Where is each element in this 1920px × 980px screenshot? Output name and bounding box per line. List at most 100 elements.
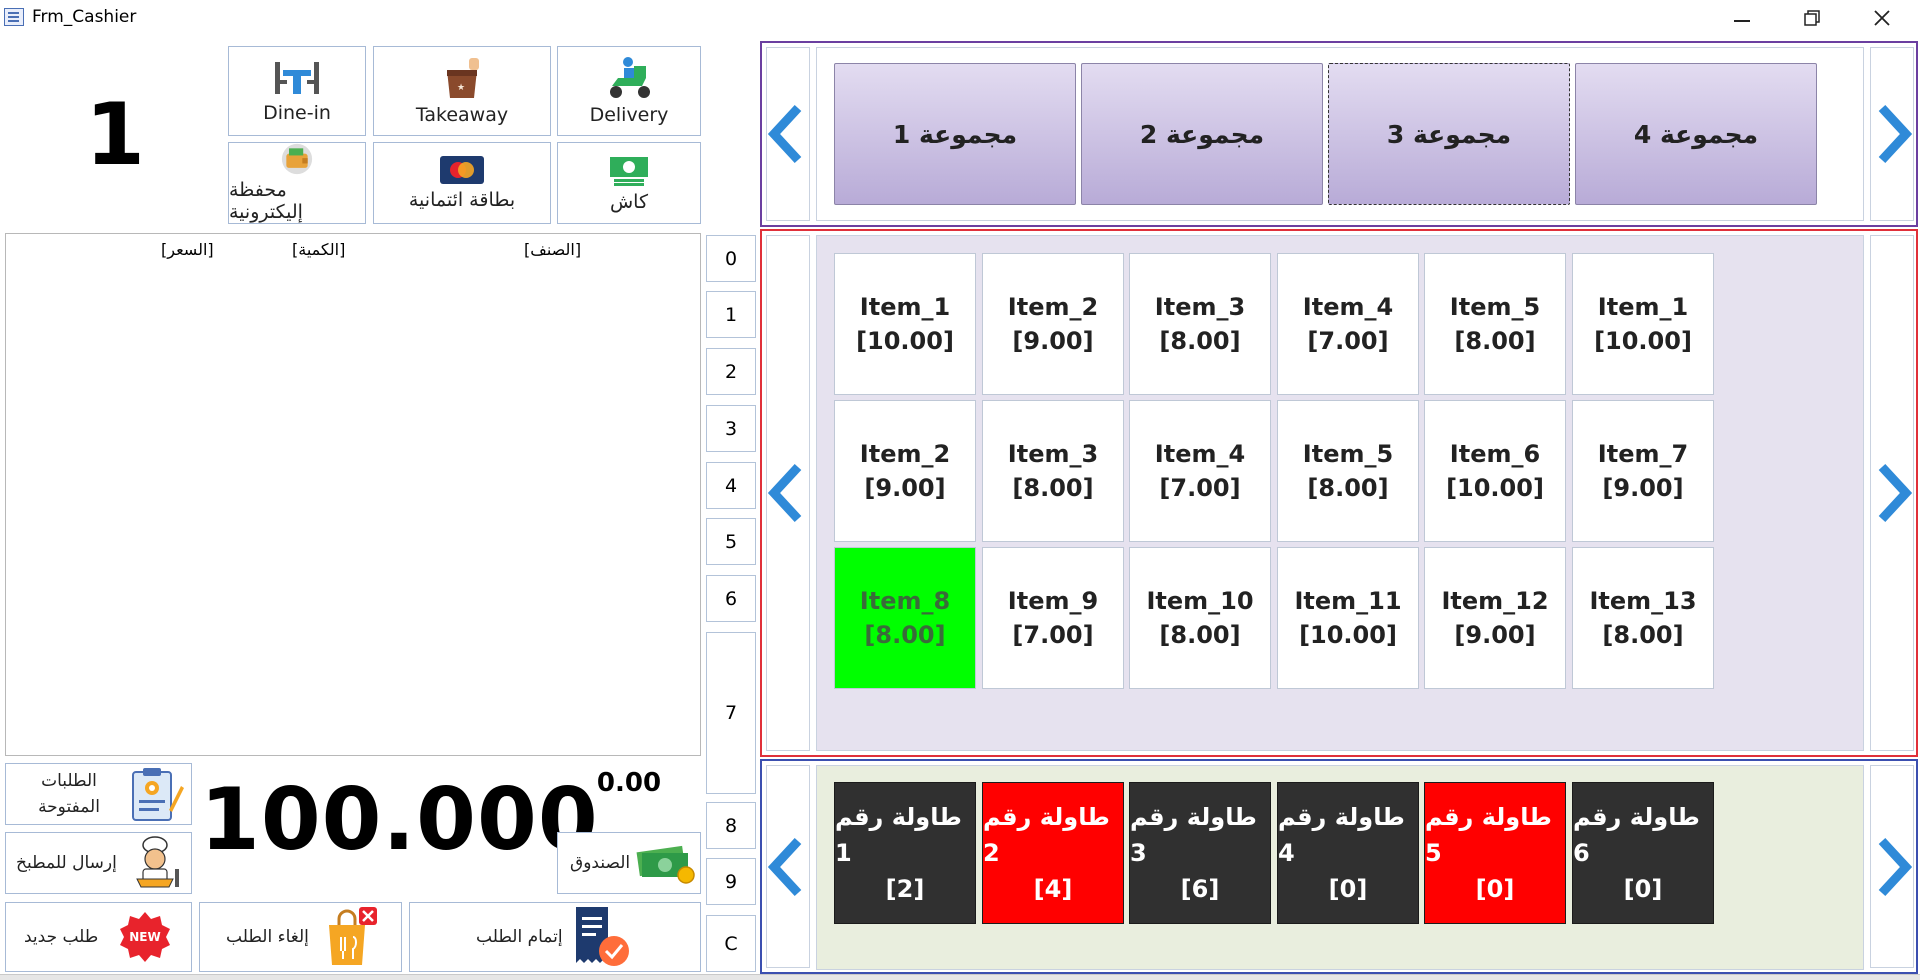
key-0[interactable]: 0 (706, 235, 756, 282)
send-to-kitchen-button[interactable]: إرسال للمطبخ (5, 832, 192, 894)
table-name: طاولة رقم 6 (1573, 803, 1700, 867)
item-button[interactable]: Item_12 [9.00] (1424, 547, 1566, 689)
key-3[interactable]: 3 (706, 405, 756, 452)
item-price: [7.00] (1012, 621, 1094, 649)
item-name: Item_13 (1589, 587, 1697, 615)
item-price: [9.00] (1012, 327, 1094, 355)
item-button[interactable]: Item_13 [8.00] (1572, 547, 1714, 689)
groups-next-button[interactable] (1870, 47, 1914, 221)
table-button-occupied[interactable]: طاولة رقم 5 [0] (1424, 782, 1566, 924)
takeaway-bag-icon: ★ (447, 58, 479, 98)
items-grid: Item_1 [10.00] Item_2 [9.00] Item_3 [8.00] … (816, 235, 1864, 751)
svg-text:★: ★ (457, 83, 465, 93)
column-item-header: [الصنف] (524, 240, 582, 259)
table-button[interactable]: طاولة رقم 1 [2] (834, 782, 976, 924)
items-prev-button[interactable] (766, 235, 810, 751)
delivery-button[interactable]: Delivery (557, 46, 701, 136)
takeaway-button[interactable]: ★ Takeaway (373, 46, 551, 136)
item-button[interactable]: Item_2 [9.00] (834, 400, 976, 542)
table-button[interactable]: طاولة رقم 6 [0] (1572, 782, 1714, 924)
item-button[interactable]: Item_6 [10.00] (1424, 400, 1566, 542)
item-button[interactable]: Item_3 [8.00] (1129, 253, 1271, 395)
key-5[interactable]: 5 (706, 518, 756, 565)
item-button[interactable]: Item_5 [8.00] (1424, 253, 1566, 395)
key-clear[interactable]: C (706, 915, 756, 972)
send-kitchen-label: إرسال للمطبخ (16, 853, 117, 873)
item-price: [9.00] (1602, 474, 1684, 502)
table-button-occupied[interactable]: طاولة رقم 2 [4] (982, 782, 1124, 924)
groups-panel: مجموعة 1 مجموعة 2 مجموعة 3 مجموعة 4 (760, 41, 1918, 227)
tables-next-button[interactable] (1870, 765, 1914, 968)
e-wallet-button[interactable]: محفظة إليكترونية (228, 142, 366, 224)
item-name: Item_3 (1154, 293, 1246, 321)
item-button[interactable]: Item_3 [8.00] (982, 400, 1124, 542)
cash-box-button[interactable]: الصندوق (557, 832, 701, 894)
table-name: طاولة رقم 3 (1130, 803, 1257, 867)
tables-prev-button[interactable] (766, 765, 810, 968)
key-8[interactable]: 8 (706, 802, 756, 849)
table-guest-count: [0] (1623, 875, 1663, 903)
item-price: [7.00] (1307, 327, 1389, 355)
item-name: Item_7 (1597, 440, 1689, 468)
table-name: طاولة رقم 4 (1278, 803, 1405, 867)
open-orders-button[interactable]: الطلبات المفتوحة (5, 763, 192, 825)
item-button[interactable]: Item_9 [7.00] (982, 547, 1124, 689)
delivery-scooter-icon (610, 57, 650, 98)
table-button[interactable]: طاولة رقم 3 [6] (1129, 782, 1271, 924)
table-button[interactable]: طاولة رقم 4 [0] (1277, 782, 1419, 924)
restore-button[interactable] (1790, 4, 1834, 32)
new-order-button[interactable]: طلب جديد NEW (5, 902, 192, 972)
item-button[interactable]: Item_4 [7.00] (1129, 400, 1271, 542)
cancel-bag-icon (329, 907, 377, 965)
close-icon (1874, 10, 1890, 26)
item-price: [8.00] (1307, 474, 1389, 502)
item-name: Item_4 (1154, 440, 1246, 468)
group-button-4[interactable]: مجموعة 4 (1575, 63, 1817, 205)
credit-card-button[interactable]: بطاقة ائتمانية (373, 142, 551, 224)
item-name: Item_5 (1449, 293, 1541, 321)
item-price: [9.00] (1454, 621, 1536, 649)
items-next-button[interactable] (1870, 235, 1914, 751)
key-9[interactable]: 9 (706, 858, 756, 905)
key-2[interactable]: 2 (706, 348, 756, 395)
dine-in-button[interactable]: Dine-in (228, 46, 366, 136)
item-name: Item_4 (1302, 293, 1394, 321)
chevron-left-icon (768, 463, 802, 523)
complete-order-button[interactable]: إتمام الطلب (409, 902, 701, 972)
item-button[interactable]: Item_10 [8.00] (1129, 547, 1271, 689)
item-button[interactable]: Item_11 [10.00] (1277, 547, 1419, 689)
groups-prev-button[interactable] (766, 47, 810, 221)
item-button[interactable]: Item_1 [10.00] (834, 253, 976, 395)
cash-button[interactable]: كاش (557, 142, 701, 224)
item-button[interactable]: Item_7 [9.00] (1572, 400, 1714, 542)
item-name: Item_9 (1007, 587, 1099, 615)
close-button[interactable] (1860, 4, 1904, 32)
item-button[interactable]: Item_4 [7.00] (1277, 253, 1419, 395)
cancel-order-button[interactable]: إلغاء الطلب (199, 902, 402, 972)
table-name: طاولة رقم 5 (1425, 803, 1552, 867)
new-badge-icon: NEW (119, 911, 171, 963)
title-bar: Frm_Cashier (0, 0, 1920, 36)
cash-label: كاش (609, 191, 649, 213)
minimize-button[interactable] (1720, 4, 1764, 32)
key-6[interactable]: 6 (706, 575, 756, 622)
order-items-grid[interactable]: [السعر] [الكمية] [الصنف] (5, 233, 701, 756)
item-button[interactable]: Item_2 [9.00] (982, 253, 1124, 395)
item-price: [10.00] (1594, 327, 1692, 355)
key-7[interactable]: 7 (706, 632, 756, 794)
group-button-1[interactable]: مجموعة 1 (834, 63, 1076, 205)
key-1[interactable]: 1 (706, 291, 756, 338)
group-button-2[interactable]: مجموعة 2 (1081, 63, 1323, 205)
item-button[interactable]: Item_5 [8.00] (1277, 400, 1419, 542)
item-name: Item_1 (1597, 293, 1689, 321)
item-button-selected[interactable]: Item_8 [8.00] (834, 547, 976, 689)
bottom-border (0, 974, 1920, 980)
change-amount: 0.00 (596, 768, 662, 798)
chevron-right-icon (1878, 837, 1912, 896)
item-button[interactable]: Item_1 [10.00] (1572, 253, 1714, 395)
credit-card-icon (440, 156, 484, 184)
money-stack-icon (636, 845, 695, 884)
group-button-3[interactable]: مجموعة 3 (1328, 63, 1570, 205)
item-name: Item_2 (859, 440, 951, 468)
key-4[interactable]: 4 (706, 462, 756, 509)
